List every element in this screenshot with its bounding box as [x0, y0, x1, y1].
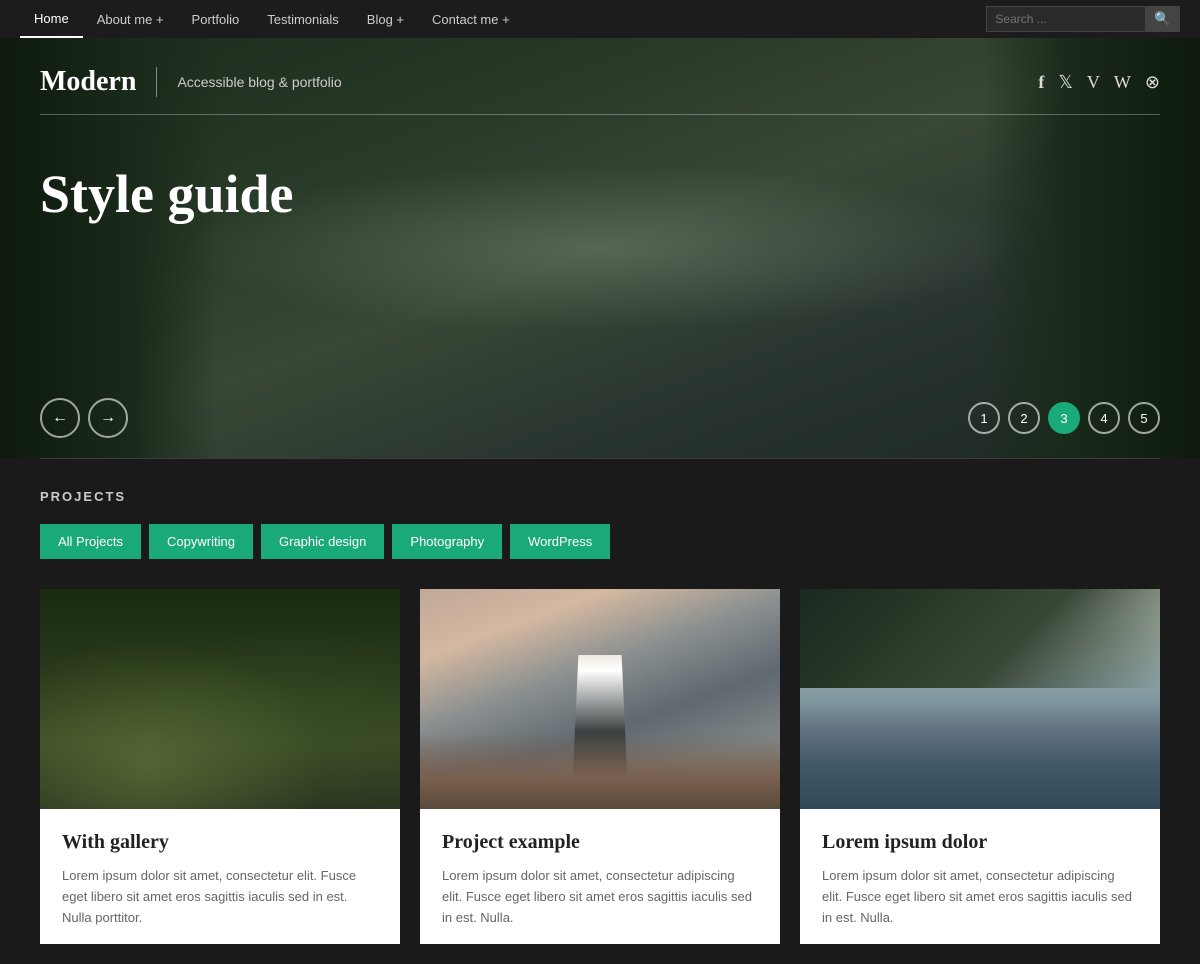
hero-brand: Modern Accessible blog & portfolio: [40, 66, 342, 98]
card-title-3: Lorem ipsum dolor: [822, 831, 1138, 854]
card-title-2: Project example: [442, 831, 758, 854]
search-icon: 🔍: [1154, 11, 1171, 27]
social-twitter[interactable]: 𝕏: [1058, 72, 1073, 93]
page-dot-1[interactable]: 1: [968, 402, 1000, 434]
nav-item-blog[interactable]: Blog +: [353, 0, 418, 38]
site-name: Modern: [40, 66, 136, 98]
prev-button[interactable]: ←: [40, 398, 80, 438]
card-text-1: Lorem ipsum dolor sit amet, consectetur …: [62, 866, 378, 928]
social-facebook[interactable]: f: [1038, 72, 1044, 93]
social-wordpress[interactable]: W: [1114, 72, 1131, 93]
nav-item-home[interactable]: Home: [20, 0, 83, 38]
project-card-1: With gallery Lorem ipsum dolor sit amet,…: [40, 589, 400, 944]
nav-links: Home About me + Portfolio Testimonials B…: [20, 0, 524, 38]
card-image-1: [40, 589, 400, 809]
hero-section: Modern Accessible blog & portfolio f 𝕏 V…: [0, 38, 1200, 458]
filter-buttons: All Projects Copywriting Graphic design …: [40, 524, 1160, 559]
main-nav: Home About me + Portfolio Testimonials B…: [0, 0, 1200, 38]
hero-header: Modern Accessible blog & portfolio f 𝕏 V…: [0, 38, 1200, 114]
lighthouse-image: [420, 589, 780, 809]
filter-all[interactable]: All Projects: [40, 524, 141, 559]
nav-item-testimonials[interactable]: Testimonials: [253, 0, 353, 38]
social-links: f 𝕏 V W ⊗: [1038, 72, 1160, 93]
page-dot-5[interactable]: 5: [1128, 402, 1160, 434]
card-body-3: Lorem ipsum dolor Lorem ipsum dolor sit …: [800, 809, 1160, 944]
card-image-3: [800, 589, 1160, 809]
hero-content: Style guide: [0, 115, 1200, 398]
card-text-2: Lorem ipsum dolor sit amet, consectetur …: [442, 866, 758, 928]
page-dot-4[interactable]: 4: [1088, 402, 1120, 434]
cards-grid: With gallery Lorem ipsum dolor sit amet,…: [40, 589, 1160, 964]
hero-nav: ← → 1 2 3 4 5: [0, 398, 1200, 458]
filter-graphic-design[interactable]: Graphic design: [261, 524, 384, 559]
card-image-2: [420, 589, 780, 809]
filter-wordpress[interactable]: WordPress: [510, 524, 610, 559]
project-card-2: Project example Lorem ipsum dolor sit am…: [420, 589, 780, 944]
card-body-1: With gallery Lorem ipsum dolor sit amet,…: [40, 809, 400, 944]
projects-section: PROJECTS All Projects Copywriting Graphi…: [0, 459, 1200, 964]
search-bar: 🔍: [986, 6, 1180, 32]
filter-copywriting[interactable]: Copywriting: [149, 524, 253, 559]
search-button[interactable]: 🔍: [1146, 6, 1180, 32]
slide-arrows: ← →: [40, 398, 128, 438]
card-text-3: Lorem ipsum dolor sit amet, consectetur …: [822, 866, 1138, 928]
nav-item-about[interactable]: About me +: [83, 0, 178, 38]
filter-photography[interactable]: Photography: [392, 524, 502, 559]
next-button[interactable]: →: [88, 398, 128, 438]
social-link[interactable]: ⊗: [1145, 72, 1160, 93]
brand-separator: [156, 67, 157, 97]
nav-item-portfolio[interactable]: Portfolio: [178, 0, 254, 38]
forest-image: [40, 589, 400, 809]
nav-item-contact[interactable]: Contact me +: [418, 0, 524, 38]
card-title-1: With gallery: [62, 831, 378, 854]
mountain-lake-image: [800, 589, 1160, 809]
page-dot-3[interactable]: 3: [1048, 402, 1080, 434]
page-dot-2[interactable]: 2: [1008, 402, 1040, 434]
social-vimeo[interactable]: V: [1087, 72, 1100, 93]
site-tagline: Accessible blog & portfolio: [177, 74, 341, 90]
project-card-3: Lorem ipsum dolor Lorem ipsum dolor sit …: [800, 589, 1160, 944]
search-input[interactable]: [986, 6, 1146, 32]
hero-title: Style guide: [40, 165, 1160, 224]
card-body-2: Project example Lorem ipsum dolor sit am…: [420, 809, 780, 944]
projects-heading: PROJECTS: [40, 489, 1160, 504]
page-indicators: 1 2 3 4 5: [968, 402, 1160, 434]
